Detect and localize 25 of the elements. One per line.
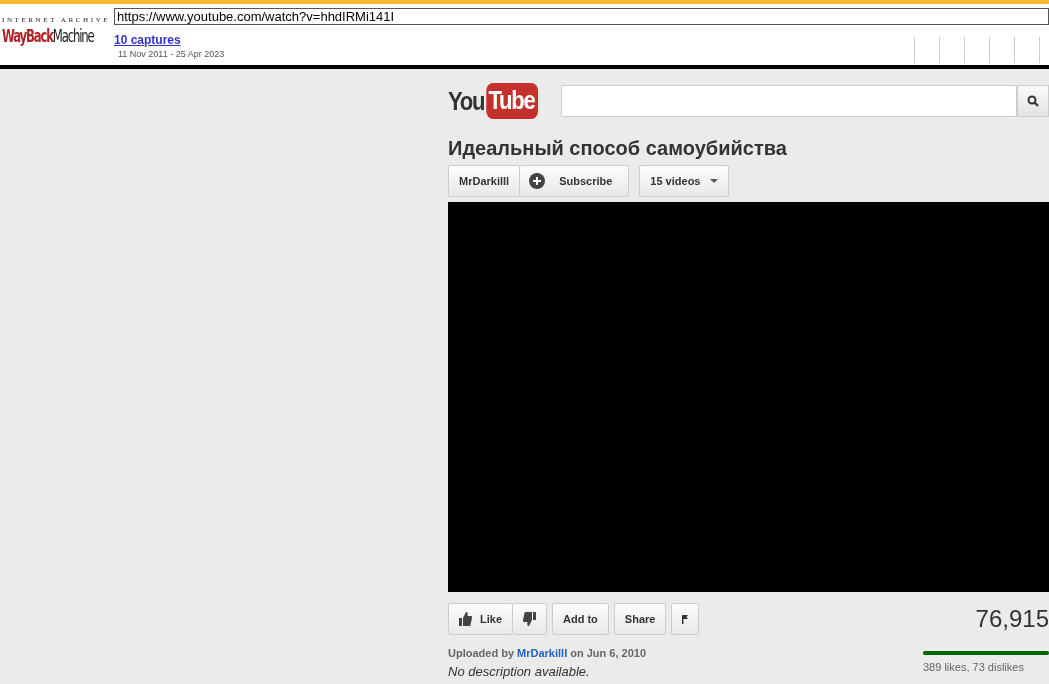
video-title: Идеальный способ самоубийства [448, 136, 788, 160]
plus-icon [529, 173, 546, 189]
dislike-button[interactable] [513, 603, 547, 635]
captures-link[interactable]: 10 captures [114, 33, 1049, 47]
caret-icon [710, 179, 719, 183]
uploaded-info: Uploaded by MrDarkilll on Jun 6, 2010 [448, 647, 647, 659]
add-to-button[interactable]: Add to [552, 603, 609, 635]
flag-icon [682, 614, 689, 624]
likes-count: 389 likes, 73 dislikes [923, 661, 1025, 673]
view-count: 76,915 [975, 605, 1049, 633]
share-button[interactable]: Share [613, 603, 667, 635]
subscribe-button[interactable]: Subscribe [520, 165, 630, 197]
search-button[interactable] [1017, 85, 1049, 117]
uploader-link[interactable]: MrDarkilll [517, 647, 568, 659]
search-icon [1027, 95, 1040, 107]
thumbs-up-icon [459, 612, 472, 626]
flag-button[interactable] [671, 603, 700, 635]
videos-dropdown[interactable]: 15 videos [639, 165, 730, 197]
thumbs-down-icon [523, 612, 536, 626]
like-button[interactable]: Like [448, 603, 513, 635]
date-range: 11 Nov 2011 - 25 Apr 2023 [118, 49, 226, 59]
search-field[interactable] [561, 85, 1018, 117]
channel-button[interactable]: MrDarkilll [448, 165, 521, 197]
url-field[interactable]: https://www.youtube.com/watch?v=hhdIRMi141I [114, 8, 1049, 25]
video-description: No description available. [448, 664, 591, 679]
